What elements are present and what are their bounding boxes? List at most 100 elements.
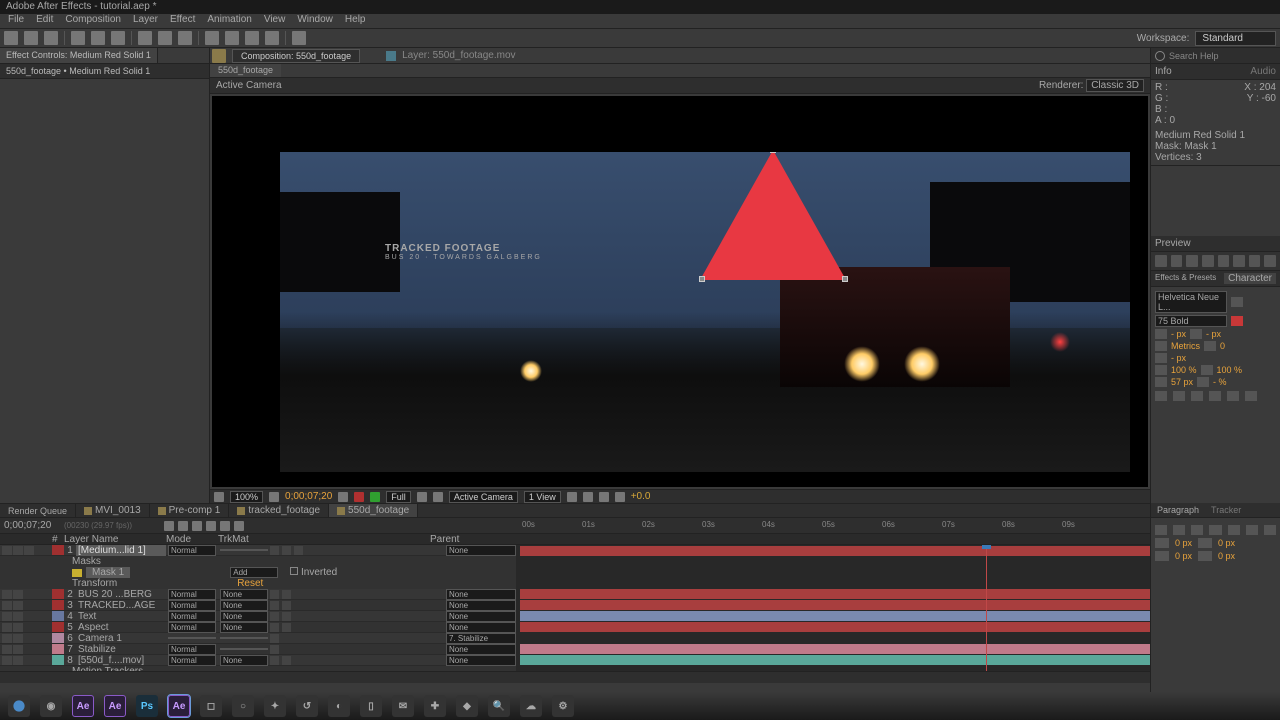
next-frame-button[interactable] <box>1202 255 1214 267</box>
pan-behind-tool-icon[interactable] <box>111 31 125 45</box>
transparency-icon[interactable] <box>433 492 443 502</box>
layer-row-5[interactable]: 5AspectNormalNoneNone <box>0 622 516 633</box>
superscript-icon[interactable] <box>1227 391 1239 401</box>
app-icon-2[interactable]: ○ <box>232 695 254 717</box>
last-frame-button[interactable] <box>1218 255 1230 267</box>
font-weight-select[interactable]: 75 Bold <box>1155 315 1227 327</box>
font-size-value[interactable]: - px <box>1171 329 1186 339</box>
composition-viewer[interactable]: TRACKED FOOTAGE BUS 20 · TOWARDS GALGBER… <box>212 96 1148 487</box>
brainstorm-icon[interactable] <box>220 521 230 531</box>
prev-frame-button[interactable] <box>1171 255 1183 267</box>
hand-tool-icon[interactable] <box>24 31 38 45</box>
fast-preview-icon[interactable] <box>583 492 593 502</box>
menu-layer[interactable]: Layer <box>133 14 158 28</box>
layer-row-4[interactable]: 4TextNormalNoneNone <box>0 611 516 622</box>
timeline-timecode[interactable]: 0;00;07;20 <box>0 518 60 533</box>
magnification-icon[interactable] <box>214 492 224 502</box>
after-effects-icon-2[interactable]: Ae <box>104 695 126 717</box>
mute-button[interactable] <box>1249 255 1261 267</box>
eyedropper-icon[interactable] <box>1231 297 1243 307</box>
eraser-tool-icon[interactable] <box>245 31 259 45</box>
app-icon-10[interactable]: 🔍 <box>488 695 510 717</box>
camera-select[interactable]: Active Camera <box>449 491 518 503</box>
menu-edit[interactable]: Edit <box>36 14 53 28</box>
faux-bold-icon[interactable] <box>1155 391 1167 401</box>
channel-icon[interactable] <box>354 492 364 502</box>
menu-help[interactable]: Help <box>345 14 366 28</box>
transform-group[interactable]: TransformReset <box>0 578 516 589</box>
subscript-icon[interactable] <box>1245 391 1257 401</box>
rotation-tool-icon[interactable] <box>71 31 85 45</box>
preview-tab[interactable]: Preview <box>1155 238 1191 249</box>
menu-view[interactable]: View <box>264 14 286 28</box>
fill-color-swatch[interactable] <box>1231 316 1243 326</box>
renderer-select[interactable]: Classic 3D <box>1086 79 1144 92</box>
camera-app-icon[interactable]: ◉ <box>40 695 62 717</box>
resolution-select[interactable]: Full <box>386 491 411 503</box>
all-caps-icon[interactable] <box>1191 391 1203 401</box>
after-effects-icon[interactable]: Ae <box>72 695 94 717</box>
app-icon-9[interactable]: ◆ <box>456 695 478 717</box>
app-icon-11[interactable]: ☁ <box>520 695 542 717</box>
font-family-select[interactable]: Helvetica Neue L... <box>1155 291 1227 313</box>
pen-tool-icon[interactable] <box>158 31 172 45</box>
mask-vertex-left[interactable] <box>699 276 705 282</box>
app-icon-6[interactable]: ▯ <box>360 695 382 717</box>
zoom-tool-icon[interactable] <box>44 31 58 45</box>
align-right-icon[interactable] <box>1191 525 1203 535</box>
audio-tab[interactable]: Audio <box>1250 66 1276 77</box>
loop-button[interactable] <box>1233 255 1245 267</box>
tab-render-queue[interactable]: Render Queue <box>0 504 76 517</box>
motion-blur-icon[interactable] <box>192 521 202 531</box>
character-tab[interactable]: Character <box>1224 273 1276 284</box>
roto-tool-icon[interactable] <box>265 31 279 45</box>
paragraph-tab[interactable]: Paragraph <box>1151 503 1205 517</box>
menu-effect[interactable]: Effect <box>170 14 195 28</box>
layer-row-2[interactable]: 2BUS 20 ...BERGNormalNoneNone <box>0 589 516 600</box>
first-frame-button[interactable] <box>1155 255 1167 267</box>
viewer-timecode[interactable]: 0;00;07;20 <box>285 491 332 502</box>
menu-window[interactable]: Window <box>297 14 333 28</box>
layer-row-6[interactable]: 6Camera 17. Stabilize <box>0 633 516 644</box>
zoom-select[interactable]: 100% <box>230 491 263 503</box>
effect-controls-tab[interactable]: Effect Controls: Medium Red Solid 1 <box>0 48 158 63</box>
camera-tool-icon[interactable] <box>91 31 105 45</box>
menu-file[interactable]: File <box>8 14 24 28</box>
ram-preview-button[interactable] <box>1264 255 1276 267</box>
app-icon-7[interactable]: ✉ <box>392 695 414 717</box>
info-tab[interactable]: Info <box>1155 66 1172 77</box>
tab-mvi[interactable]: MVI_0013 <box>76 504 150 517</box>
app-icon-1[interactable]: ◻ <box>200 695 222 717</box>
align-center-icon[interactable] <box>1173 525 1185 535</box>
help-search[interactable]: Search Help <box>1151 48 1280 64</box>
layer-row-3[interactable]: 3TRACKED...AGENormalNoneNone <box>0 600 516 611</box>
after-effects-icon-active[interactable]: Ae <box>168 695 190 717</box>
red-triangle-mask[interactable] <box>700 152 846 280</box>
auto-keyframe-icon[interactable] <box>234 521 244 531</box>
mask-vertex-top[interactable] <box>770 152 776 153</box>
layer-row-8[interactable]: 8[550d_f....mov]NormalNoneNone <box>0 655 516 666</box>
exposure-value[interactable]: +0.0 <box>631 491 651 502</box>
tab-precomp[interactable]: Pre-comp 1 <box>150 504 230 517</box>
channel-icon2[interactable] <box>370 492 380 502</box>
app-icon-5[interactable]: ◐ <box>328 695 350 717</box>
layer-row-1[interactable]: 1 [Medium...lid 1] Normal None <box>0 545 516 556</box>
composition-tab[interactable]: Composition: 550d_footage <box>232 49 360 63</box>
app-icon-4[interactable]: ↺ <box>296 695 318 717</box>
views-select[interactable]: 1 View <box>524 491 561 503</box>
justify-all-icon[interactable] <box>1264 525 1276 535</box>
pixel-aspect-icon[interactable] <box>567 492 577 502</box>
tab-550d[interactable]: 550d_footage <box>329 504 418 517</box>
rectangle-tool-icon[interactable] <box>138 31 152 45</box>
comp-sub-tab[interactable]: 550d_footage <box>210 64 281 77</box>
masks-group[interactable]: Masks <box>0 556 516 567</box>
grid-icon[interactable] <box>269 492 279 502</box>
play-button[interactable] <box>1186 255 1198 267</box>
start-button[interactable] <box>8 695 30 717</box>
effects-presets-tab[interactable]: Effects & Presets <box>1155 273 1216 284</box>
small-caps-icon[interactable] <box>1209 391 1221 401</box>
playhead[interactable] <box>986 545 987 671</box>
selection-tool-icon[interactable] <box>4 31 18 45</box>
justify-right-icon[interactable] <box>1246 525 1258 535</box>
timeline-icon[interactable] <box>599 492 609 502</box>
